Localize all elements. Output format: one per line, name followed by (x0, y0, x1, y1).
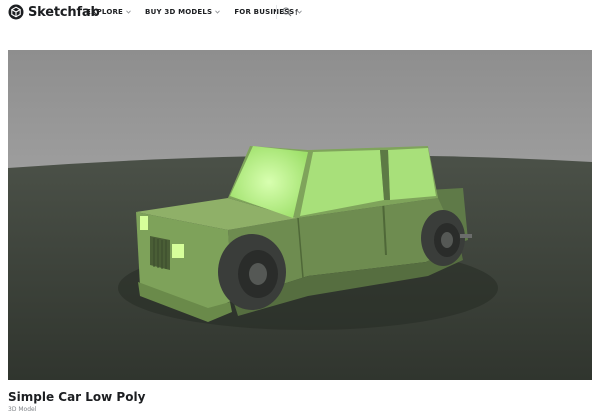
headlight-left (140, 216, 148, 230)
model-render-canvas[interactable] (8, 50, 592, 380)
nav-buy-3d-models-label: BUY 3D MODELS (145, 8, 213, 16)
nav-buy-3d-models[interactable]: BUY 3D MODELS (145, 8, 221, 16)
nav-explore[interactable]: EXPLORE (86, 8, 131, 16)
model-type-label: 3D Model (8, 406, 37, 413)
search-icon[interactable] (282, 7, 292, 17)
headlight-right (172, 244, 184, 258)
search-input[interactable] (292, 6, 575, 18)
top-navigation-bar: Sketchfab EXPLORE BUY 3D MODELS FOR BUSI… (0, 0, 600, 26)
nav-explore-label: EXPLORE (86, 8, 124, 16)
search-bar[interactable] (276, 5, 599, 19)
model-3d-viewer[interactable] (8, 50, 592, 380)
side-window-rear (388, 148, 436, 200)
chevron-down-icon (126, 10, 131, 14)
model-title[interactable]: Simple Car Low Poly (8, 390, 145, 404)
chevron-down-icon (215, 10, 221, 14)
sketchfab-cube-icon (8, 4, 24, 20)
main-nav: EXPLORE BUY 3D MODELS FOR BUSINESS (86, 8, 303, 16)
